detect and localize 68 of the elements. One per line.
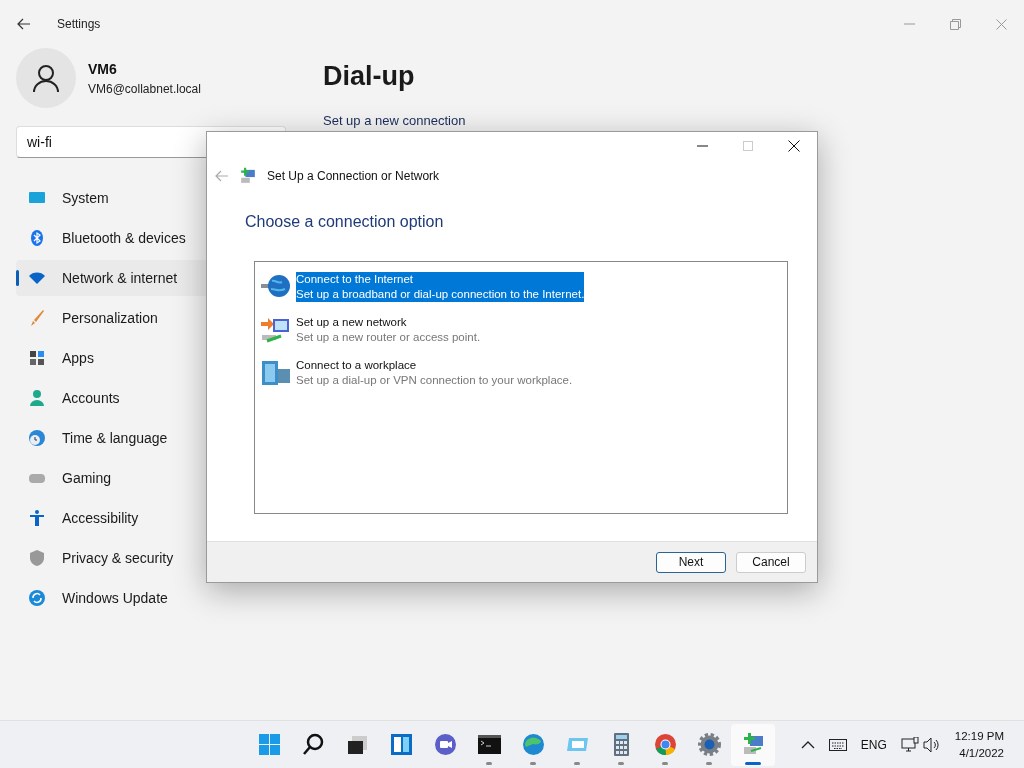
terminal-icon: [476, 732, 502, 757]
nav-item[interactable]: Time & language: [16, 420, 288, 456]
gear-icon: [696, 732, 722, 757]
nav-label: System: [62, 188, 109, 208]
nav-item[interactable]: Windows Update: [16, 580, 288, 616]
running-indicator: [618, 761, 624, 765]
dialog-button[interactable]: Cancel: [736, 551, 806, 573]
clock-date[interactable]: 4/1/2022: [959, 744, 1004, 762]
network-computer-icon: [239, 167, 257, 185]
keyboard-icon[interactable]: [828, 738, 847, 751]
user-name: VM6: [88, 59, 118, 79]
nav-label: Accounts: [62, 388, 120, 408]
running-indicator: [530, 761, 536, 765]
accessibility-icon: [28, 509, 46, 527]
option-description: Set up a dial-up or VPN connection to your workplace.: [296, 373, 573, 388]
user-email: VM6@collabnet.local: [88, 80, 201, 98]
nav-label: Apps: [62, 348, 94, 368]
widgets-icon: [388, 732, 414, 757]
restore-icon[interactable]: [949, 18, 961, 30]
option-description: Set up a broadband or dial-up connection to the Internet.: [296, 287, 585, 302]
brush-icon: [28, 309, 46, 327]
back-arrow-icon[interactable]: [17, 18, 31, 30]
nav-label: Gaming: [62, 468, 112, 488]
maximize-icon: [743, 141, 753, 151]
nav-label: Time & language: [62, 428, 168, 448]
page-title: Dial-up: [323, 60, 416, 93]
nav-label: Privacy & security: [62, 548, 174, 568]
running-indicator: [706, 761, 712, 765]
office-building-icon: [259, 358, 293, 388]
running-indicator: [574, 761, 580, 765]
running-indicator: [662, 761, 668, 765]
clock-icon: [28, 429, 46, 447]
selection-indicator: [16, 270, 19, 286]
person-icon: [31, 63, 61, 93]
window-title: Settings: [57, 16, 101, 33]
chevron-up-icon[interactable]: [800, 739, 815, 750]
start-icon: [256, 732, 282, 757]
nav-label: Windows Update: [62, 588, 168, 608]
option-title: Connect to a workplace: [296, 358, 418, 373]
apps-icon: [28, 349, 46, 367]
minimize-icon[interactable]: [696, 145, 708, 147]
option-description: Set up a new router or access point.: [296, 330, 481, 345]
language-indicator[interactable]: ENG: [860, 735, 887, 754]
running-indicator: [486, 761, 492, 765]
chat-icon: [432, 732, 458, 757]
option-title: Set up a new network: [296, 315, 408, 330]
nav-label: Network & internet: [62, 268, 178, 288]
nav-item[interactable]: Privacy & security: [16, 540, 288, 576]
shield-icon: [28, 549, 46, 567]
option-title: Connect to the Internet: [296, 272, 414, 287]
speaker-icon[interactable]: [922, 736, 941, 753]
running-indicator: [745, 761, 761, 765]
monitor-icon[interactable]: [900, 736, 919, 753]
clock-time[interactable]: 12:19 PM: [954, 727, 1004, 745]
dialog-button[interactable]: Next: [656, 551, 726, 573]
nav-label: Accessibility: [62, 508, 139, 528]
person-icon: [28, 389, 46, 407]
nav-item[interactable]: Gaming: [16, 460, 288, 496]
sync-icon: [28, 589, 46, 607]
browser-icon: [520, 732, 546, 757]
close-icon[interactable]: [788, 140, 800, 152]
search-icon: [300, 732, 326, 757]
nav-label: Personalization: [62, 308, 158, 328]
new-connection-link[interactable]: Set up a new connection: [323, 110, 466, 130]
nav-item[interactable]: Accessibility: [16, 500, 288, 536]
browser-icon: [652, 732, 678, 757]
nav-label: Bluetooth & devices: [62, 228, 186, 248]
bluetooth-icon: [28, 229, 46, 247]
